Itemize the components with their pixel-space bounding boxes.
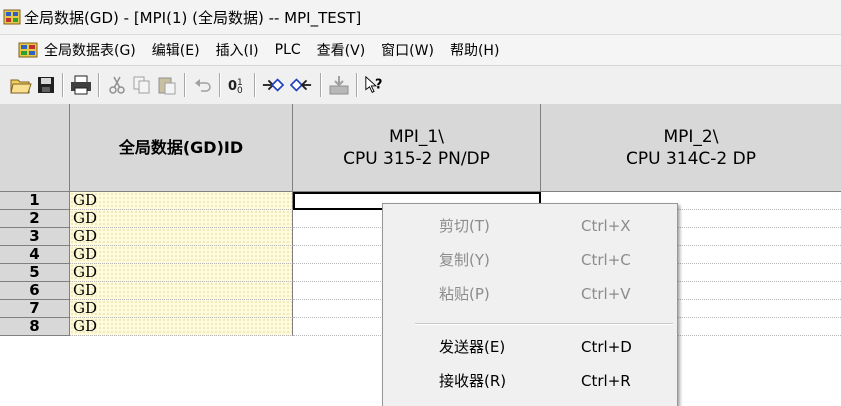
menu-separator [415, 323, 673, 325]
gd-id-cell[interactable]: GD [70, 300, 293, 318]
row-number[interactable]: 3 [0, 228, 70, 246]
menu-item-label: 剪切(T) [439, 217, 490, 235]
gd-id-cell[interactable]: GD [70, 246, 293, 264]
gd-id-cell[interactable]: GD [70, 282, 293, 300]
context-menu-receiver[interactable]: 接收器(R) Ctrl+R [383, 364, 677, 398]
row-number[interactable]: 8 [0, 318, 70, 336]
svg-text:?: ? [375, 78, 382, 93]
column-header-gd-id[interactable]: 全局数据(GD)ID [70, 104, 293, 192]
cut-icon[interactable] [106, 74, 128, 96]
column-header-cpu: CPU 315-2 PN/DP [343, 148, 490, 169]
gd-id-cell[interactable]: GD [70, 228, 293, 246]
context-menu-paste[interactable]: 粘贴(P) Ctrl+V [383, 277, 677, 311]
menu-insert[interactable]: 插入(I) [216, 40, 259, 60]
context-menu-copy[interactable]: 复制(Y) Ctrl+C [383, 243, 677, 277]
svg-text:0: 0 [228, 79, 237, 94]
gd-id-cell[interactable]: GD [70, 210, 293, 228]
compile-icon[interactable]: 010 [227, 74, 249, 96]
menu-item-shortcut: Ctrl+V [581, 285, 631, 303]
menu-item-label: 粘贴(P) [439, 285, 490, 303]
menu-item-shortcut: Ctrl+C [581, 251, 631, 269]
menu-help[interactable]: 帮助(H) [450, 40, 499, 60]
open-folder-icon[interactable] [10, 74, 32, 96]
gd-id-cell[interactable]: GD [70, 318, 293, 336]
corner-header [0, 104, 70, 192]
gd-id-cell[interactable]: GD [70, 264, 293, 282]
menu-plc[interactable]: PLC [275, 42, 301, 58]
row-number[interactable]: 1 [0, 192, 70, 210]
menu-item-label: 发送器(E) [439, 338, 506, 356]
help-icon[interactable]: ? [364, 74, 386, 96]
menu-edit[interactable]: 编辑(E) [152, 40, 200, 60]
toolbar: 010 ? [0, 65, 841, 105]
row-number[interactable]: 5 [0, 264, 70, 282]
column-header-mpi2[interactable]: MPI_2\ CPU 314C-2 DP [541, 104, 841, 192]
row-number[interactable]: 7 [0, 300, 70, 318]
row-number[interactable]: 6 [0, 282, 70, 300]
svg-text:0: 0 [237, 86, 243, 95]
receiver-icon[interactable] [290, 74, 312, 96]
title-bar: 全局数据(GD) - [MPI(1) (全局数据) -- MPI_TEST] [0, 0, 841, 34]
menu-item-label: 复制(Y) [439, 251, 490, 269]
context-menu-cut[interactable]: 剪切(T) Ctrl+X [383, 209, 677, 243]
copy-icon[interactable] [131, 74, 153, 96]
print-icon[interactable] [70, 74, 92, 96]
window-title: 全局数据(GD) - [MPI(1) (全局数据) -- MPI_TEST] [24, 8, 362, 27]
column-header-cpu: CPU 314C-2 DP [626, 148, 756, 169]
menu-item-shortcut: Ctrl+R [581, 372, 631, 390]
menu-bar: 全局数据表(G) 编辑(E) 插入(I) PLC 查看(V) 窗口(W) 帮助(… [0, 34, 841, 65]
menu-item-shortcut: Ctrl+D [581, 338, 632, 356]
global-data-app-icon [3, 9, 21, 25]
row-number[interactable]: 2 [0, 210, 70, 228]
document-icon[interactable] [18, 40, 38, 60]
undo-icon[interactable] [192, 74, 214, 96]
menu-global-data-table[interactable]: 全局数据表(G) [44, 40, 136, 60]
menu-window[interactable]: 窗口(W) [381, 40, 434, 60]
menu-view[interactable]: 查看(V) [317, 40, 366, 60]
paste-icon[interactable] [156, 74, 178, 96]
sender-icon[interactable] [262, 74, 284, 96]
save-icon[interactable] [35, 74, 57, 96]
context-menu: 剪切(T) Ctrl+X 复制(Y) Ctrl+C 粘贴(P) Ctrl+V 发… [382, 203, 678, 406]
row-number[interactable]: 4 [0, 246, 70, 264]
column-header-label: 全局数据(GD)ID [118, 137, 244, 157]
column-header-station: MPI_1\ [389, 126, 444, 147]
column-header-mpi1[interactable]: MPI_1\ CPU 315-2 PN/DP [293, 104, 541, 192]
column-header-station: MPI_2\ [663, 126, 719, 147]
menu-item-shortcut: Ctrl+X [581, 217, 631, 235]
menu-item-label: 接收器(R) [439, 372, 507, 390]
gd-id-cell[interactable]: GD [70, 192, 293, 210]
download-icon[interactable] [328, 74, 350, 96]
context-menu-sender[interactable]: 发送器(E) Ctrl+D [383, 330, 677, 364]
